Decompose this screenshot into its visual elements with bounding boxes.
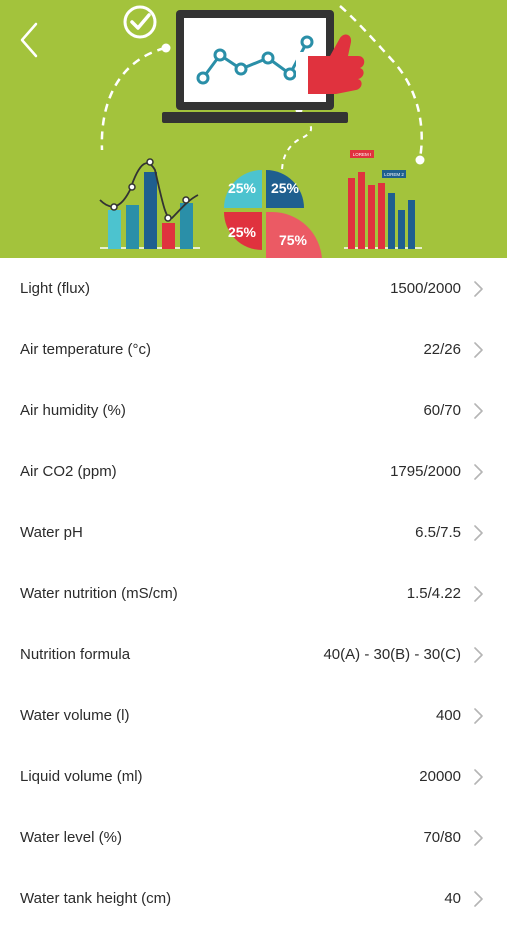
connector-dot [415, 155, 425, 165]
chevron-right-icon [474, 585, 483, 602]
setting-value: 400 [435, 707, 461, 724]
setting-label: Liquid volume (ml) [20, 768, 143, 785]
dashboard-illustration: 25% 25% 25% 75% LOREM I LOREM 2 [99, 5, 425, 258]
setting-row[interactable]: Air CO2 (ppm) 1795/2000 [0, 441, 507, 502]
setting-row[interactable]: Water pH 6.5/7.5 [0, 502, 507, 563]
setting-value: 40(A) - 30(B) - 30(C) [323, 646, 461, 663]
chevron-right-icon [474, 707, 483, 724]
setting-value: 60/70 [423, 402, 461, 419]
setting-label: Water tank height (cm) [20, 890, 172, 907]
setting-value: 20000 [419, 768, 461, 785]
settings-list: Light (flux) 1500/2000 Air temperature (°c… [0, 258, 507, 929]
bar-chart-left-illustration [99, 158, 200, 249]
dashed-connector-left [100, 46, 166, 151]
setting-label: Air CO2 (ppm) [20, 463, 117, 480]
chevron-right-icon [474, 402, 483, 419]
setting-label: Water nutrition (mS/cm) [20, 585, 178, 602]
setting-label: Air temperature (°c) [20, 341, 152, 358]
chevron-right-icon [474, 768, 483, 785]
chevron-left-icon [20, 22, 38, 58]
setting-row[interactable]: Nutrition formula 40(A) - 30(B) - 30(C) [0, 624, 507, 685]
chevron-right-icon [474, 524, 483, 541]
setting-value: 22/26 [423, 341, 461, 358]
setting-label: Water level (%) [20, 829, 122, 846]
setting-label: Nutrition formula [20, 646, 131, 663]
setting-label: Water pH [20, 524, 83, 541]
setting-row[interactable]: Water nutrition (mS/cm) 1.5/4.22 [0, 563, 507, 624]
setting-label: Air humidity (%) [20, 402, 126, 419]
check-circle-icon [123, 5, 157, 39]
bar-chart-right-illustration: LOREM I LOREM 2 [344, 150, 422, 249]
connector-dot [161, 43, 171, 53]
setting-value: 70/80 [423, 829, 461, 846]
chevron-right-icon [474, 829, 483, 846]
legend-tag-label: LOREM 2 [384, 172, 404, 177]
pie-chart-illustration: 25% 25% 25% 75% [224, 170, 322, 258]
chevron-right-icon [474, 341, 483, 358]
setting-label: Light (flux) [20, 280, 91, 297]
setting-value: 1.5/4.22 [406, 585, 461, 602]
pie-label: 25% [271, 180, 300, 196]
back-button[interactable] [10, 14, 54, 62]
setting-row[interactable]: Liquid volume (ml) 20000 [0, 746, 507, 807]
pie-label: 75% [279, 232, 308, 248]
chevron-right-icon [474, 890, 483, 907]
legend-tag-label: LOREM I [353, 152, 372, 157]
pie-label: 25% [228, 224, 257, 240]
setting-row[interactable]: Water tank height (cm) 40 [0, 868, 507, 929]
chevron-right-icon [474, 463, 483, 480]
header-illustration: 25% 25% 25% 75% LOREM I LOREM 2 [0, 0, 507, 258]
setting-value: 1795/2000 [390, 463, 461, 480]
setting-label: Water volume (l) [20, 707, 130, 724]
setting-value: 40 [444, 890, 461, 907]
chevron-right-icon [474, 646, 483, 663]
setting-row[interactable]: Air temperature (°c) 22/26 [0, 319, 507, 380]
setting-row[interactable]: Water volume (l) 400 [0, 685, 507, 746]
setting-row[interactable]: Water level (%) 70/80 [0, 807, 507, 868]
pie-label: 25% [228, 180, 257, 196]
setting-row[interactable]: Light (flux) 1500/2000 [0, 258, 507, 319]
setting-value: 1500/2000 [390, 280, 461, 297]
setting-value: 6.5/7.5 [415, 524, 461, 541]
chevron-right-icon [474, 280, 483, 297]
setting-row[interactable]: Air humidity (%) 60/70 [0, 380, 507, 441]
